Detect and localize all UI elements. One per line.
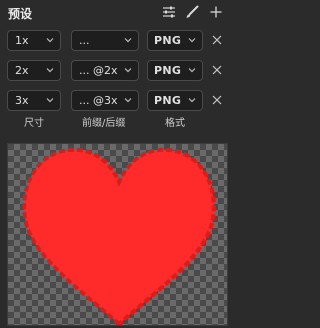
chevron-down-icon xyxy=(124,98,132,103)
suffix-select[interactable]: ... @2x xyxy=(71,60,139,81)
format-column-label: 格式 xyxy=(165,118,185,129)
chevron-down-icon xyxy=(124,38,132,43)
chevron-down-icon xyxy=(188,68,196,73)
presets-header: 预设 xyxy=(0,0,235,26)
heart-image xyxy=(22,147,216,325)
suffix-value: ... @2x xyxy=(79,64,118,77)
chevron-down-icon xyxy=(46,38,54,43)
scale-select[interactable]: 1x xyxy=(7,30,61,51)
suffix-select[interactable]: ... xyxy=(71,30,139,51)
brush-icon[interactable] xyxy=(183,3,201,21)
format-select[interactable]: PNG xyxy=(147,30,203,51)
format-select[interactable]: PNG xyxy=(147,90,203,111)
chevron-down-icon xyxy=(188,98,196,103)
scale-value: 1x xyxy=(15,34,29,47)
format-value: PNG xyxy=(154,64,182,77)
chevron-down-icon xyxy=(46,98,54,103)
scale-select[interactable]: 3x xyxy=(7,90,61,111)
format-select[interactable]: PNG xyxy=(147,60,203,81)
remove-preset-icon[interactable] xyxy=(211,64,223,76)
export-preview xyxy=(7,143,228,326)
format-value: PNG xyxy=(154,94,182,107)
suffix-select[interactable]: ... @3x xyxy=(71,90,139,111)
add-icon[interactable] xyxy=(207,3,225,21)
remove-preset-icon[interactable] xyxy=(211,34,223,46)
sliders-icon[interactable] xyxy=(160,3,178,21)
column-labels: 尺寸 前缀/后缀 格式 xyxy=(0,114,235,130)
preset-row: 1x ... PNG xyxy=(0,30,235,54)
scale-select[interactable]: 2x xyxy=(7,60,61,81)
prefix-suffix-column-label: 前缀/后缀 xyxy=(82,118,126,129)
chevron-down-icon xyxy=(124,68,132,73)
chevron-down-icon xyxy=(188,38,196,43)
scale-value: 3x xyxy=(15,94,29,107)
panel-title: 预设 xyxy=(8,7,33,21)
suffix-value: ... xyxy=(79,34,90,47)
size-column-label: 尺寸 xyxy=(24,118,44,129)
format-value: PNG xyxy=(154,34,182,47)
chevron-down-icon xyxy=(46,68,54,73)
preset-row: 3x ... @3x PNG xyxy=(0,90,235,114)
scale-value: 2x xyxy=(15,64,29,77)
suffix-value: ... @3x xyxy=(79,94,118,107)
remove-preset-icon[interactable] xyxy=(211,94,223,106)
preset-row: 2x ... @2x PNG xyxy=(0,60,235,84)
